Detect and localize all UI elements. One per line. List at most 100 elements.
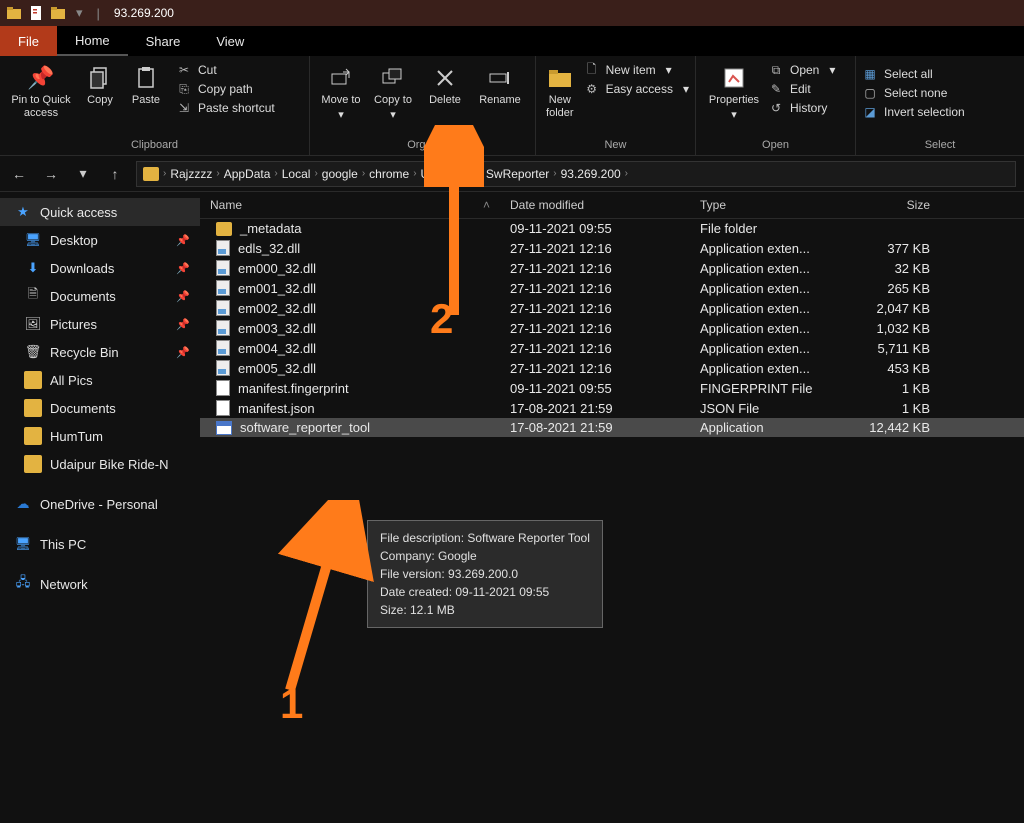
- file-row[interactable]: em000_32.dll27-11-2021 12:16Application …: [200, 258, 1024, 278]
- forward-button[interactable]: →: [40, 163, 62, 185]
- sidebar-item-recycle-bin[interactable]: 🗑Recycle Bin📌: [0, 338, 200, 366]
- sidebar-item-folder[interactable]: Documents: [0, 394, 200, 422]
- file-type: Application exten...: [690, 321, 835, 336]
- breadcrumb-item[interactable]: google: [322, 167, 358, 181]
- file-name: em005_32.dll: [238, 361, 316, 376]
- copy-button[interactable]: Copy: [78, 60, 122, 107]
- network-icon: 🖧: [14, 575, 32, 593]
- file-size: 12,442 KB: [835, 420, 940, 435]
- recent-locations-button[interactable]: ▾: [72, 163, 94, 185]
- file-name: em004_32.dll: [238, 341, 316, 356]
- window-title: 93.269.200: [114, 6, 174, 20]
- column-date[interactable]: Date modified: [500, 192, 690, 218]
- folder-icon: [24, 427, 42, 445]
- sidebar-network[interactable]: 🖧Network: [0, 570, 200, 598]
- move-to-button[interactable]: Move to▾: [316, 60, 366, 122]
- recycle-bin-icon: 🗑: [24, 343, 42, 361]
- copy-path-button[interactable]: ⎘Copy path: [176, 81, 275, 97]
- group-label-clipboard: Clipboard: [6, 139, 303, 153]
- sidebar-item-desktop[interactable]: 🖥Desktop📌: [0, 226, 200, 254]
- copy-to-icon: [379, 64, 407, 92]
- sidebar-item-pictures[interactable]: 🖼Pictures📌: [0, 310, 200, 338]
- group-label-select: Select: [862, 139, 1018, 153]
- up-button[interactable]: ↑: [104, 163, 126, 185]
- file-row[interactable]: software_reporter_tool17-08-2021 21:59Ap…: [200, 418, 1024, 437]
- pin-quick-access-button[interactable]: 📌 Pin to Quick access: [6, 60, 76, 120]
- file-row[interactable]: em004_32.dll27-11-2021 12:16Application …: [200, 338, 1024, 358]
- tab-view[interactable]: View: [198, 26, 262, 56]
- group-label-organize: Organ: [316, 139, 529, 153]
- easy-access-button[interactable]: ⚙Easy access▾: [584, 81, 689, 97]
- sidebar-quick-access[interactable]: ★ Quick access: [0, 198, 200, 226]
- sidebar-this-pc[interactable]: 🖥This PC: [0, 530, 200, 558]
- folder-icon: [24, 455, 42, 473]
- file-type: Application exten...: [690, 341, 835, 356]
- file-type: Application exten...: [690, 361, 835, 376]
- file-size: 1,032 KB: [835, 321, 940, 336]
- invert-icon: ◪: [862, 104, 878, 120]
- chevron-right-icon[interactable]: ›: [163, 168, 166, 179]
- delete-button[interactable]: Delete: [420, 60, 470, 107]
- breadcrumb-item[interactable]: SwReporter: [486, 167, 549, 181]
- qat-chevron-icon[interactable]: ▾: [76, 5, 83, 21]
- folder-icon: [143, 167, 159, 181]
- breadcrumb-item[interactable]: Rajzzzz: [170, 167, 212, 181]
- tooltip-line: Size: 12.1 MB: [380, 601, 590, 619]
- copy-to-button[interactable]: Copy to▾: [368, 60, 418, 122]
- file-size: 1 KB: [835, 381, 940, 396]
- file-row[interactable]: em002_32.dll27-11-2021 12:16Application …: [200, 298, 1024, 318]
- tab-file[interactable]: File: [0, 26, 57, 56]
- properties-button[interactable]: Properties▾: [702, 60, 766, 122]
- properties-icon: [720, 64, 748, 92]
- breadcrumb-item[interactable]: chrome: [369, 167, 409, 181]
- breadcrumb-item[interactable]: AppData: [224, 167, 271, 181]
- file-row[interactable]: _metadata09-11-2021 09:55File folder: [200, 219, 1024, 238]
- easy-access-icon: ⚙: [584, 81, 600, 97]
- breadcrumb-item[interactable]: 93.269.200: [561, 167, 621, 181]
- file-type: Application exten...: [690, 261, 835, 276]
- select-none-button[interactable]: ▢Select none: [862, 85, 965, 101]
- tooltip-line: File description: Software Reporter Tool: [380, 529, 590, 547]
- file-row[interactable]: manifest.json17-08-2021 21:59JSON File1 …: [200, 398, 1024, 418]
- file-row[interactable]: em001_32.dll27-11-2021 12:16Application …: [200, 278, 1024, 298]
- history-button[interactable]: ↺History: [768, 100, 835, 116]
- invert-selection-button[interactable]: ◪Invert selection: [862, 104, 965, 120]
- tab-share[interactable]: Share: [128, 26, 199, 56]
- file-date: 27-11-2021 12:16: [500, 261, 690, 276]
- sort-icon: ˄: [483, 198, 490, 212]
- annotation-number-1: 1: [280, 680, 303, 728]
- new-item-button[interactable]: 🗋New item▾: [584, 62, 689, 78]
- pin-icon: 📌: [176, 318, 190, 331]
- sidebar-item-folder[interactable]: HumTum: [0, 422, 200, 450]
- sidebar-item-downloads[interactable]: ⬇Downloads📌: [0, 254, 200, 282]
- sidebar-item-documents[interactable]: 🗎Documents📌: [0, 282, 200, 310]
- file-date: 27-11-2021 12:16: [500, 241, 690, 256]
- rename-icon: [486, 64, 514, 92]
- address-bar[interactable]: › Rajzzzz› AppData› Local› google› chrom…: [136, 161, 1016, 187]
- file-type: Application exten...: [690, 241, 835, 256]
- select-all-button[interactable]: ▦Select all: [862, 66, 965, 82]
- paste-shortcut-button[interactable]: ⇲Paste shortcut: [176, 100, 275, 116]
- file-size: 377 KB: [835, 241, 940, 256]
- edit-button[interactable]: ✎Edit: [768, 81, 835, 97]
- column-type[interactable]: Type: [690, 192, 835, 218]
- file-name: manifest.fingerprint: [238, 381, 349, 396]
- back-button[interactable]: ←: [8, 163, 30, 185]
- breadcrumb-item[interactable]: Local: [282, 167, 311, 181]
- column-size[interactable]: Size: [835, 192, 940, 218]
- tab-home[interactable]: Home: [57, 26, 128, 56]
- open-button[interactable]: ⧉Open▾: [768, 62, 835, 78]
- rename-button[interactable]: Rename: [472, 60, 528, 107]
- cut-button[interactable]: ✂Cut: [176, 62, 275, 78]
- paste-button[interactable]: Paste: [124, 60, 168, 107]
- file-row[interactable]: em005_32.dll27-11-2021 12:16Application …: [200, 358, 1024, 378]
- file-row[interactable]: edls_32.dll27-11-2021 12:16Application e…: [200, 238, 1024, 258]
- sidebar-item-folder[interactable]: Udaipur Bike Ride-N: [0, 450, 200, 478]
- file-row[interactable]: em003_32.dll27-11-2021 12:16Application …: [200, 318, 1024, 338]
- new-folder-button[interactable]: New folder: [542, 60, 578, 120]
- file-name: em002_32.dll: [238, 301, 316, 316]
- sidebar-item-folder[interactable]: All Pics: [0, 366, 200, 394]
- sidebar-onedrive[interactable]: ☁OneDrive - Personal: [0, 490, 200, 518]
- file-date: 27-11-2021 12:16: [500, 281, 690, 296]
- file-row[interactable]: manifest.fingerprint09-11-2021 09:55FING…: [200, 378, 1024, 398]
